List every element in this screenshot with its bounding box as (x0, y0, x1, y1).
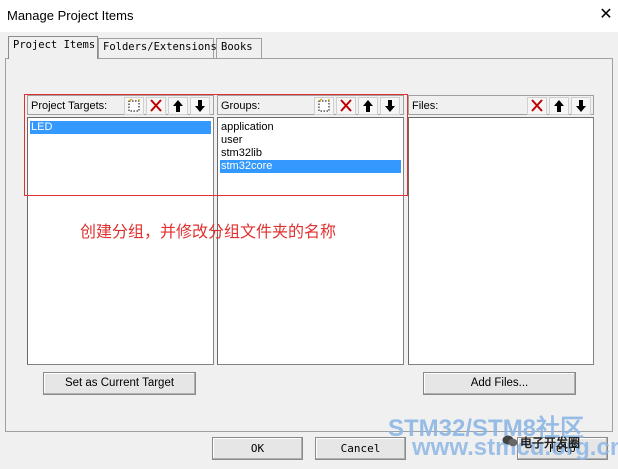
tab-folders-extensions[interactable]: Folders/Extensions (98, 38, 217, 58)
tab-books[interactable]: Books (216, 38, 262, 58)
tab-project-items[interactable]: Project Items (8, 36, 98, 59)
window-title: Manage Project Items (7, 8, 134, 23)
files-list[interactable] (408, 117, 594, 365)
move-down-icon (576, 100, 586, 112)
files-move-up-button[interactable] (549, 97, 569, 115)
files-header: Files: (408, 95, 594, 115)
files-move-down-button[interactable] (571, 97, 591, 115)
ok-button[interactable]: OK (212, 437, 303, 460)
files-delete-button[interactable] (527, 97, 547, 115)
wechat-icon (502, 434, 518, 448)
annotation-highlight-box (24, 94, 408, 196)
annotation-text: 创建分组，并修改分组文件夹的名称 (80, 222, 337, 241)
delete-icon (531, 99, 543, 112)
set-current-target-button[interactable]: Set as Current Target (43, 372, 196, 395)
files-label: Files: (412, 100, 439, 112)
move-up-icon (554, 100, 564, 112)
watermark-channel: 电子开发圈 (520, 436, 581, 450)
close-icon[interactable]: ✕ (596, 5, 616, 25)
add-files-button[interactable]: Add Files... (423, 372, 576, 395)
